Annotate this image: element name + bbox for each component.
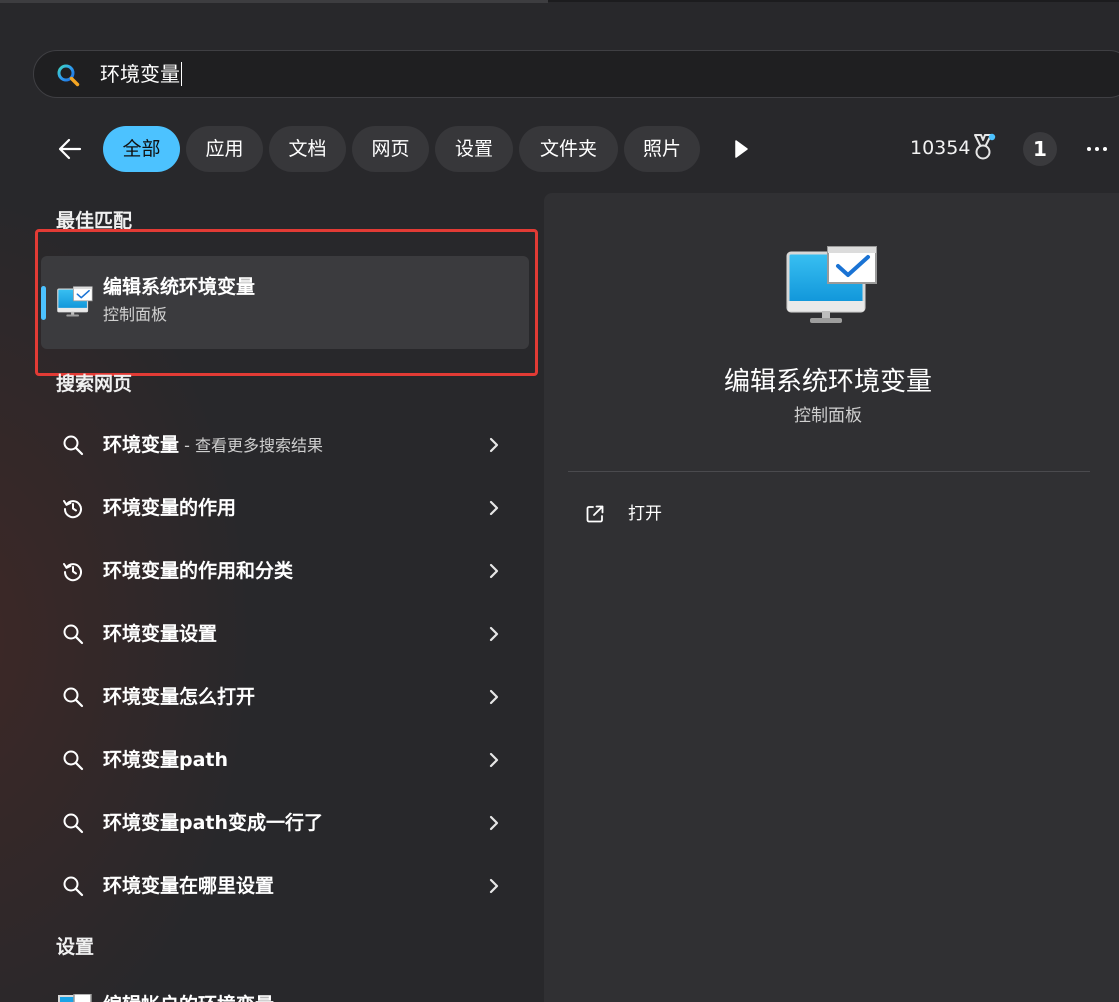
chevron-right-icon: [483, 686, 505, 708]
best-match-title: 编辑系统环境变量: [103, 276, 256, 298]
web-result-suffix: - 查看更多搜索结果: [179, 436, 323, 455]
filter-chip-settings[interactable]: 设置: [435, 126, 513, 172]
web-result-row[interactable]: 环境变量怎么打开: [41, 669, 529, 725]
rewards-points[interactable]: 10354: [910, 135, 970, 161]
detail-divider: [568, 471, 1090, 472]
chevron-right-icon: [483, 812, 505, 834]
web-result-text: 环境变量的作用和分类: [103, 560, 294, 582]
chevron-right-icon: [483, 749, 505, 771]
filter-chip-documents[interactable]: 文档: [269, 126, 346, 172]
filter-chip-all[interactable]: 全部: [103, 126, 180, 172]
open-action-label: 打开: [628, 504, 662, 524]
chevron-right-icon: [483, 560, 505, 582]
filter-chip-photos[interactable]: 照片: [624, 126, 700, 172]
web-result-row[interactable]: 环境变量path变成一行了: [41, 795, 529, 851]
web-result-text: 环境变量path: [103, 749, 229, 771]
filter-chip-folders[interactable]: 文件夹: [519, 126, 618, 172]
play-icon[interactable]: [722, 131, 758, 167]
back-arrow-icon[interactable]: [52, 131, 88, 167]
filter-chip-apps[interactable]: 应用: [186, 126, 263, 172]
control-panel-monitor-icon: [57, 285, 93, 319]
search-icon: [61, 433, 85, 457]
selection-indicator: [41, 286, 46, 320]
settings-result-text[interactable]: 编辑帐户的环境变量: [103, 992, 274, 1002]
bing-search-icon: [57, 64, 80, 87]
history-icon: [61, 496, 85, 520]
chevron-right-icon: [483, 497, 505, 519]
chevron-right-icon: [483, 623, 505, 645]
web-result-text: 环境变量的作用: [103, 497, 237, 519]
web-result-row[interactable]: 环境变量的作用: [41, 480, 529, 536]
open-external-icon: [586, 505, 604, 523]
search-icon: [61, 874, 85, 898]
search-icon: [61, 748, 85, 772]
top-edge: [0, 0, 548, 3]
web-result-row[interactable]: 环境变量在哪里设置: [41, 858, 529, 914]
web-result-row[interactable]: 环境变量设置: [41, 606, 529, 662]
web-result-text: 环境变量 - 查看更多搜索结果: [103, 434, 323, 456]
detail-title: 编辑系统环境变量: [723, 367, 932, 397]
history-icon: [61, 559, 85, 583]
detail-subtitle: 控制面板: [794, 406, 862, 426]
web-result-text: 环境变量怎么打开: [103, 686, 256, 708]
control-panel-monitor-icon[interactable]: [58, 994, 92, 1002]
best-match-subtitle: 控制面板: [103, 305, 168, 324]
web-result-row[interactable]: 环境变量path: [41, 732, 529, 788]
best-match-result[interactable]: 编辑系统环境变量 控制面板: [41, 256, 529, 349]
search-input[interactable]: 环境变量: [100, 61, 182, 87]
web-result-text: 环境变量path变成一行了: [103, 812, 324, 834]
account-badge[interactable]: 1: [1023, 132, 1057, 166]
search-icon: [61, 622, 85, 646]
search-icon: [61, 811, 85, 835]
open-action[interactable]: 打开: [568, 491, 768, 537]
web-search-heading: 搜索网页: [56, 373, 133, 395]
more-options-icon[interactable]: [1080, 132, 1114, 166]
web-result-row[interactable]: 环境变量 - 查看更多搜索结果: [41, 417, 529, 473]
settings-heading: 设置: [56, 936, 95, 958]
detail-panel: 编辑系统环境变量 控制面板 打开: [544, 193, 1119, 1002]
web-result-text: 环境变量在哪里设置: [103, 875, 275, 897]
search-query: 环境变量: [100, 62, 180, 86]
rewards-medal-icon[interactable]: [970, 132, 996, 162]
best-match-heading: 最佳匹配: [56, 210, 133, 232]
web-result-text: 环境变量设置: [103, 623, 218, 645]
chevron-right-icon: [483, 434, 505, 456]
text-caret: [181, 62, 182, 86]
web-result-row[interactable]: 环境变量的作用和分类: [41, 543, 529, 599]
control-panel-monitor-icon: [786, 245, 878, 327]
search-bar[interactable]: 环境变量: [33, 50, 1119, 98]
chevron-right-icon: [483, 875, 505, 897]
filter-chip-web[interactable]: 网页: [352, 126, 429, 172]
top-edge-right: [548, 0, 1119, 2]
search-icon: [61, 685, 85, 709]
start-search-window: 环境变量 全部 应用 文档 网页 设置 文件夹 照片 10354 1 最佳匹配 …: [0, 0, 1119, 1002]
